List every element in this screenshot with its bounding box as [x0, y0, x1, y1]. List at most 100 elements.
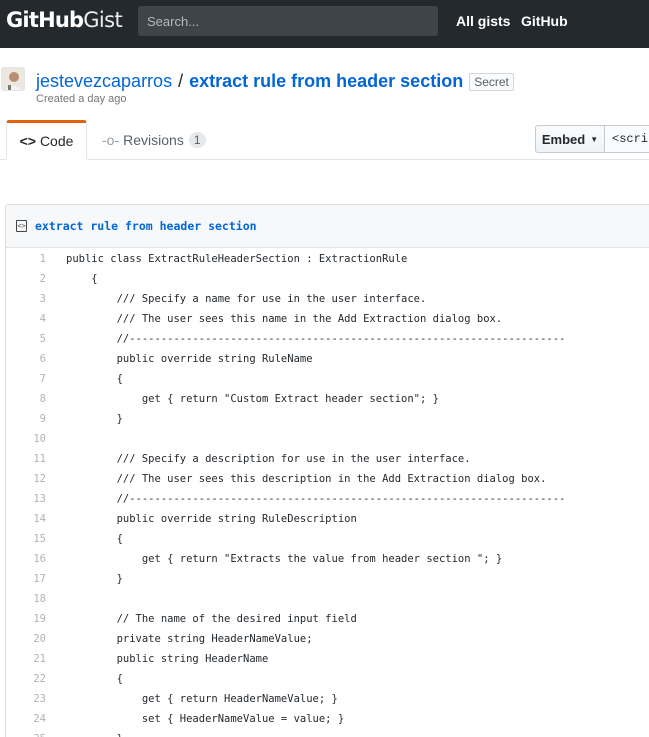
git-commit-icon: -o-	[102, 132, 120, 148]
gist-owner-link[interactable]: jestevezcaparros	[36, 71, 172, 92]
line-content: get { return "Custom Extract header sect…	[66, 393, 439, 405]
code-line: 9 }	[6, 409, 649, 429]
code-line: 23 get { return HeaderNameValue; }	[6, 689, 649, 709]
avatar-image-icon	[2, 68, 24, 90]
line-content: public override string RuleName	[66, 353, 313, 365]
tabs-divider	[0, 159, 649, 160]
code-line: 10	[6, 429, 649, 449]
line-number[interactable]: 9	[6, 409, 46, 429]
line-number[interactable]: 24	[6, 709, 46, 729]
code-line: 12 /// The user sees this description in…	[6, 469, 649, 489]
search-box	[138, 6, 438, 36]
avatar[interactable]	[1, 67, 25, 91]
code-line: 11 /// Specify a description for use in …	[6, 449, 649, 469]
line-number[interactable]: 22	[6, 669, 46, 689]
line-content: {	[66, 373, 123, 385]
code-line: 2 {	[6, 269, 649, 289]
line-number[interactable]: 12	[6, 469, 46, 489]
embed-code-field[interactable]: <script	[604, 125, 649, 153]
line-number[interactable]: 19	[6, 609, 46, 629]
line-number[interactable]: 4	[6, 309, 46, 329]
code-line: 15 {	[6, 529, 649, 549]
line-content: get { return HeaderNameValue; }	[66, 693, 338, 705]
code-line: 21 public string HeaderName	[6, 649, 649, 669]
line-content: /// Specify a description for use in the…	[66, 453, 471, 465]
search-input[interactable]	[138, 6, 438, 36]
code-line: 19 // The name of the desired input fiel…	[6, 609, 649, 629]
code-line: 6 public override string RuleName	[6, 349, 649, 369]
code-line: 18	[6, 589, 649, 609]
nav-all-gists-link[interactable]: All gists	[456, 13, 510, 29]
line-number[interactable]: 5	[6, 329, 46, 349]
line-number[interactable]: 21	[6, 649, 46, 669]
code-icon: <>	[19, 133, 36, 149]
code-line: 3 /// Specify a name for use in the user…	[6, 289, 649, 309]
line-content: {	[66, 533, 123, 545]
line-number[interactable]: 13	[6, 489, 46, 509]
line-number[interactable]: 17	[6, 569, 46, 589]
line-content: /// The user sees this description in th…	[66, 473, 547, 485]
line-number[interactable]: 16	[6, 549, 46, 569]
chevron-down-icon: ▼	[590, 134, 599, 144]
line-content: set { HeaderNameValue = value; }	[66, 713, 345, 725]
code-line: 5 //------------------------------------…	[6, 329, 649, 349]
created-timestamp: Created a day ago	[36, 93, 127, 105]
nav-github-link[interactable]: GitHub	[521, 13, 568, 29]
line-number[interactable]: 8	[6, 389, 46, 409]
line-number[interactable]: 11	[6, 449, 46, 469]
code-line: 20 private string HeaderNameValue;	[6, 629, 649, 649]
file-header: <> extract rule from header section	[6, 205, 649, 248]
file-box: <> extract rule from header section 1 pub…	[5, 204, 649, 737]
tab-code[interactable]: <> Code	[6, 120, 87, 160]
line-number[interactable]: 3	[6, 289, 46, 309]
line-number[interactable]: 15	[6, 529, 46, 549]
github-gist-logo[interactable]: GitHub Gist	[6, 8, 123, 36]
line-content: public override string RuleDescription	[66, 513, 357, 525]
line-content: private string HeaderNameValue;	[66, 633, 313, 645]
code-line: 13 //-----------------------------------…	[6, 489, 649, 509]
line-number[interactable]: 23	[6, 689, 46, 709]
code-line: 25 }	[6, 729, 649, 737]
line-content: }	[66, 729, 123, 737]
tab-revisions[interactable]: -o- Revisions 1	[102, 120, 206, 160]
line-number[interactable]: 25	[6, 729, 46, 737]
logo-gist-text: Gist	[83, 8, 123, 32]
line-number[interactable]: 1	[6, 249, 46, 269]
line-number[interactable]: 14	[6, 509, 46, 529]
code-line: 8 get { return "Custom Extract header se…	[6, 389, 649, 409]
tab-code-label: Code	[39, 133, 74, 149]
line-number[interactable]: 6	[6, 349, 46, 369]
line-number[interactable]: 10	[6, 429, 46, 449]
top-navigation-bar: GitHub Gist All gists GitHub	[0, 0, 649, 48]
line-content: get { return "Extracts the value from he…	[66, 553, 503, 565]
line-content: //--------------------------------------…	[66, 333, 566, 345]
line-number[interactable]: 2	[6, 269, 46, 289]
logo-github-text: GitHub	[6, 8, 84, 32]
line-content: //--------------------------------------…	[66, 493, 566, 505]
line-content: /// Specify a name for use in the user i…	[66, 293, 427, 305]
line-content: }	[66, 573, 123, 585]
secret-badge: Secret	[469, 72, 514, 91]
line-number[interactable]: 18	[6, 589, 46, 609]
line-number[interactable]: 20	[6, 629, 46, 649]
line-number[interactable]: 7	[6, 369, 46, 389]
tab-revisions-label: Revisions	[123, 132, 184, 148]
embed-button[interactable]: Embed ▼	[535, 125, 605, 153]
code-line: 17 }	[6, 569, 649, 589]
revisions-count: 1	[188, 132, 206, 148]
code-line: 16 get { return "Extracts the value from…	[6, 549, 649, 569]
line-content: // The name of the desired input field	[66, 613, 357, 625]
file-code-icon: <>	[16, 220, 27, 232]
line-content: /// The user sees this name in the Add E…	[66, 313, 503, 325]
line-content: {	[66, 673, 123, 685]
code-line: 24 set { HeaderNameValue = value; }	[6, 709, 649, 729]
file-name-link[interactable]: extract rule from header section	[35, 219, 257, 233]
code-line: 14 public override string RuleDescriptio…	[6, 509, 649, 529]
gist-name-link[interactable]: extract rule from header section	[189, 71, 463, 92]
title-separator: /	[178, 71, 184, 91]
code-line: 22 {	[6, 669, 649, 689]
embed-button-label: Embed	[541, 131, 586, 147]
line-content: }	[66, 413, 123, 425]
line-content: public string HeaderName	[66, 653, 269, 665]
code-line: 1 public class ExtractRuleHeaderSection :…	[6, 249, 649, 269]
